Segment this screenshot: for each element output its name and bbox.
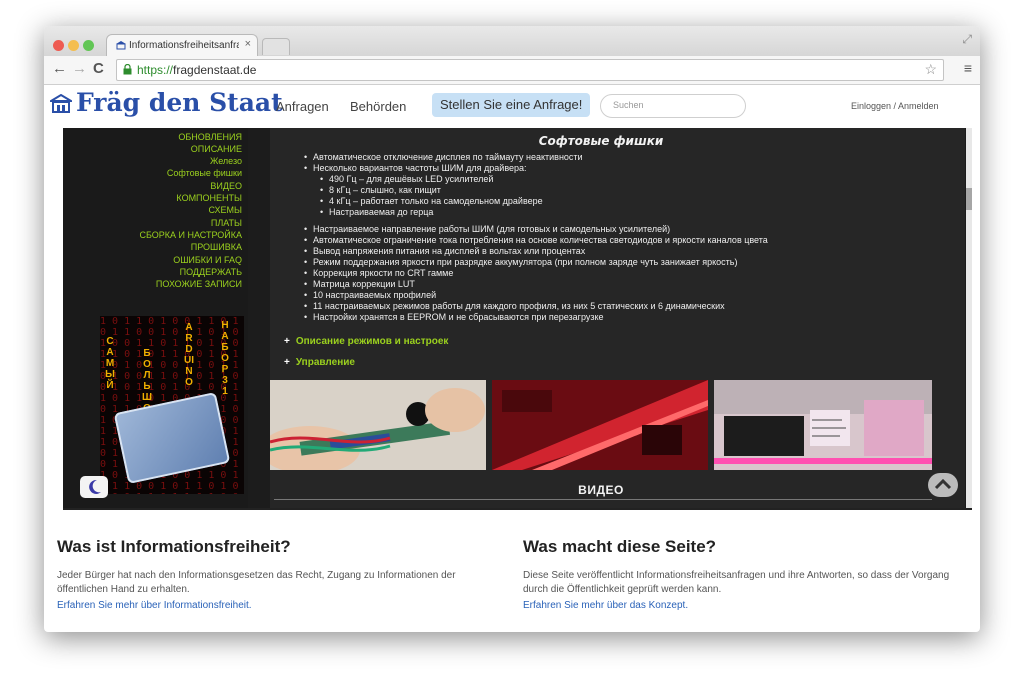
bullet-item: Вывод напряжения питания на дисплей в во… xyxy=(304,246,585,256)
forward-icon[interactable]: → xyxy=(72,60,87,77)
bullet-item: Автоматическое отключение дисплея по тай… xyxy=(304,152,583,162)
site-logo[interactable]: Fräg den Staat xyxy=(47,88,283,117)
sub-bullet-item: Настраиваемая до герца xyxy=(320,207,433,217)
sub-bullet-item: 8 кГц – слышно, как пищит xyxy=(320,185,441,195)
back-icon[interactable]: ← xyxy=(52,60,67,77)
address-bar[interactable]: https://fragdenstaat.de ☆ xyxy=(116,59,944,81)
bullet-item: Несколько вариантов частоты ШИМ для драй… xyxy=(304,163,527,173)
new-tab-button[interactable] xyxy=(262,38,290,55)
sidebar-link-related[interactable]: ПОХОЖИЕ ЗАПИСИ xyxy=(156,279,242,289)
bullet-item: Коррекция яркости по CRT гамме xyxy=(304,268,453,278)
bullet-item: 11 настраиваемых режимов работы для кажд… xyxy=(304,301,725,311)
photo-thumbnail-3[interactable] xyxy=(714,380,932,470)
nav-behoerden[interactable]: Behörden xyxy=(350,99,406,114)
bullet-item: Матрица коррекции LUT xyxy=(304,279,415,289)
footer-left-text: Jeder Bürger hat nach den Informationsge… xyxy=(57,570,456,595)
embedded-sidebar: ОБНОВЛЕНИЯ ОПИСАНИЕ Железо Софтовые фишк… xyxy=(63,128,248,508)
embedded-content: Софтовые фишки Автоматическое отключение… xyxy=(270,128,965,508)
photo-thumbnail-1[interactable] xyxy=(270,380,486,470)
accordion-label: Описание режимов и настроек xyxy=(295,336,449,347)
window-controls xyxy=(53,38,98,56)
sidebar-link-components[interactable]: КОМПОНЕНТЫ xyxy=(176,193,242,203)
sidebar-link-assembly[interactable]: СБОРКА И НАСТРОЙКА xyxy=(139,230,242,240)
sidebar-link-updates[interactable]: ОБНОВЛЕНИЯ xyxy=(178,132,242,142)
scroll-to-top-button[interactable] xyxy=(928,473,958,497)
footer-right-title: Was macht diese Seite? xyxy=(523,537,717,556)
footer-right-link[interactable]: Erfahren Sie mehr über das Konzept. xyxy=(523,600,688,611)
sidebar-link-schemes[interactable]: СХЕМЫ xyxy=(209,205,242,215)
sidebar-link-faq[interactable]: ОШИБКИ И FAQ xyxy=(173,255,242,265)
plus-icon: + xyxy=(284,357,290,368)
sub-bullet-item: 4 кГц – работает только на самодельном д… xyxy=(320,196,543,206)
section-divider xyxy=(63,508,972,510)
building-favicon-icon xyxy=(116,41,126,50)
bullet-item: 10 настраиваемых профилей xyxy=(304,290,436,300)
reload-icon[interactable]: C xyxy=(93,60,104,77)
red-led-strip-photo xyxy=(492,380,708,470)
bullet-item: Настройки хранятся в EEPROM и не сбрасыв… xyxy=(304,312,604,322)
promo-word-1: САМЫЙ xyxy=(105,336,115,391)
pink-led-desk-photo xyxy=(714,380,932,470)
accordion-label: Управление xyxy=(295,357,355,368)
url-text: https://fragdenstaat.de xyxy=(137,63,256,77)
sidebar-link-video[interactable]: ВИДЕО xyxy=(210,181,242,191)
promo-word-4: НАБОР31 xyxy=(221,320,229,397)
bullet-item: Автоматическое ограничение тока потребле… xyxy=(304,235,768,245)
footer-right-text: Diese Seite veröffentlicht Informationsf… xyxy=(523,570,950,595)
minimize-window-icon[interactable] xyxy=(68,40,79,51)
url-scheme: https:// xyxy=(137,63,174,77)
tab-title: Informationsfreiheitsanfrage xyxy=(129,40,239,51)
accordion-modes[interactable]: + Описание режимов и настроек xyxy=(284,336,448,347)
bullet-item: Режим поддержания яркости при разрядке а… xyxy=(304,257,737,267)
hand-controller-photo xyxy=(270,380,486,470)
footer-left-title: Was ist Informationsfreiheit? xyxy=(57,537,291,556)
section-heading: Софтовые фишки xyxy=(538,134,664,148)
browser-window: Informationsfreiheitsanfrage × ⤢ ← → C h… xyxy=(44,26,980,632)
embedded-scrollbar[interactable] xyxy=(966,128,972,508)
chevron-up-icon xyxy=(934,478,952,490)
search-placeholder: Suchen xyxy=(613,100,644,110)
lock-icon xyxy=(123,64,132,75)
sidebar-link-boards[interactable]: ПЛАТЫ xyxy=(211,218,242,228)
moon-icon xyxy=(89,479,101,494)
video-divider xyxy=(274,499,932,500)
zoom-window-icon[interactable] xyxy=(83,40,94,51)
plus-icon: + xyxy=(284,336,290,347)
tab-close-icon[interactable]: × xyxy=(245,38,251,50)
search-input[interactable]: Suchen xyxy=(600,94,746,118)
sidebar-link-description[interactable]: ОПИСАНИЕ xyxy=(191,144,242,154)
fullscreen-icon[interactable]: ⤢ xyxy=(962,32,972,47)
logo-text: Fräg den Staat xyxy=(76,88,283,117)
photo-thumbnail-2[interactable] xyxy=(492,380,708,470)
arduino-kit-banner[interactable]: 1 0 1 1 0 1 0 0 1 1 0 1 0 1 1 0 0 1 0 1 … xyxy=(100,316,244,494)
embedded-page: ОБНОВЛЕНИЯ ОПИСАНИЕ Железо Софтовые фишк… xyxy=(63,128,972,508)
browser-tab[interactable]: Informationsfreiheitsanfrage × xyxy=(106,34,258,57)
tab-strip: Informationsfreiheitsanfrage × ⤢ xyxy=(44,26,980,57)
footer-left-link[interactable]: Erfahren Sie mehr über Informationsfreih… xyxy=(57,600,252,611)
video-heading: ВИДЕО xyxy=(578,483,624,497)
sidebar-link-hardware[interactable]: Железо xyxy=(210,156,242,166)
building-logo-icon xyxy=(47,93,75,113)
make-request-button[interactable]: Stellen Sie eine Anfrage! xyxy=(432,93,591,117)
nav-anfragen[interactable]: Anfragen xyxy=(276,99,329,114)
login-link[interactable]: Einloggen / Anmelden xyxy=(851,101,939,111)
menu-icon[interactable]: ≡ xyxy=(964,60,972,76)
bullet-item: Настраиваемое направление работы ШИМ (дл… xyxy=(304,224,670,234)
close-window-icon[interactable] xyxy=(53,40,64,51)
sidebar-link-support[interactable]: ПОДДЕРЖАТЬ xyxy=(180,267,242,277)
scrollbar-thumb[interactable] xyxy=(966,188,972,210)
dark-mode-toggle[interactable] xyxy=(80,476,108,498)
browser-toolbar: ← → C https://fragdenstaat.de ☆ ≡ xyxy=(44,56,980,85)
site-header: Fräg den Staat Anfragen Behörden Stellen… xyxy=(44,85,980,127)
bookmark-star-icon[interactable]: ☆ xyxy=(924,61,937,78)
promo-word-3: ARDUINO xyxy=(184,322,194,388)
sidebar-link-firmware[interactable]: ПРОШИВКА xyxy=(191,242,242,252)
url-host: fragdenstaat.de xyxy=(173,63,257,77)
sub-bullet-item: 490 Гц – для дешёвых LED усилителей xyxy=(320,174,493,184)
sidebar-link-software[interactable]: Софтовые фишки xyxy=(167,168,242,178)
accordion-control[interactable]: + Управление xyxy=(284,357,355,368)
